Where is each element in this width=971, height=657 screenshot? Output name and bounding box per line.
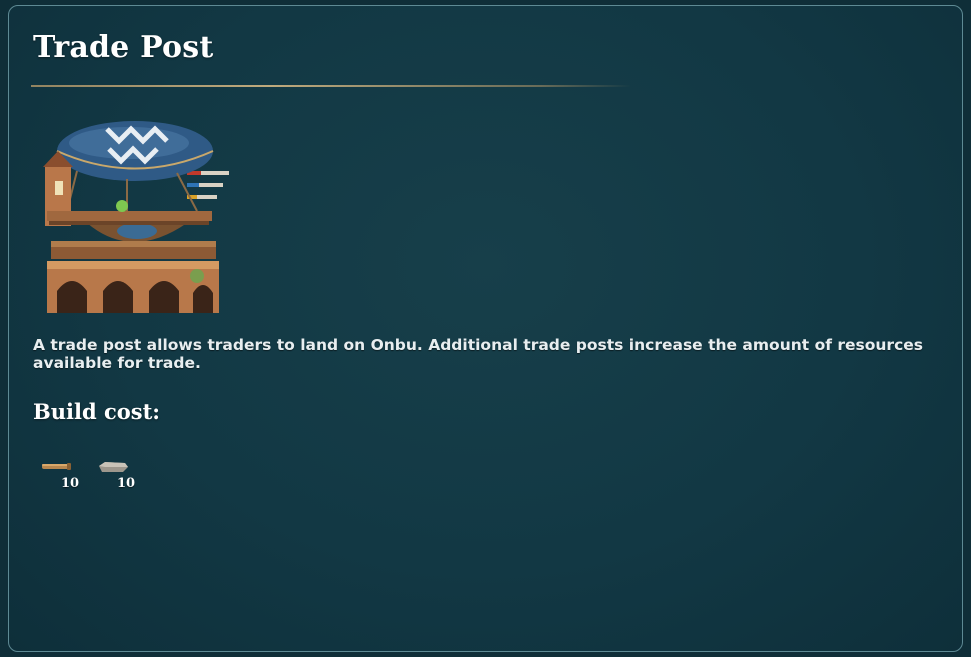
build-cost-heading: Build cost: (33, 399, 161, 424)
building-description: A trade post allows traders to land on O… (33, 336, 923, 372)
cost-amount-wood: 10 (61, 476, 80, 491)
build-cost-list: 10 10 (39, 454, 137, 494)
stone-slab-icon (99, 462, 128, 472)
airship-trade-post-icon (37, 111, 237, 316)
panel-title: Trade Post (33, 30, 214, 65)
wood-plank-icon (42, 463, 71, 470)
cost-item-stone: 10 (95, 454, 137, 494)
cost-item-wood: 10 (39, 454, 81, 494)
cost-amount-stone: 10 (117, 476, 136, 491)
title-divider (31, 85, 631, 87)
building-info-panel: Trade Post A trade post allows traders t… (8, 5, 963, 652)
